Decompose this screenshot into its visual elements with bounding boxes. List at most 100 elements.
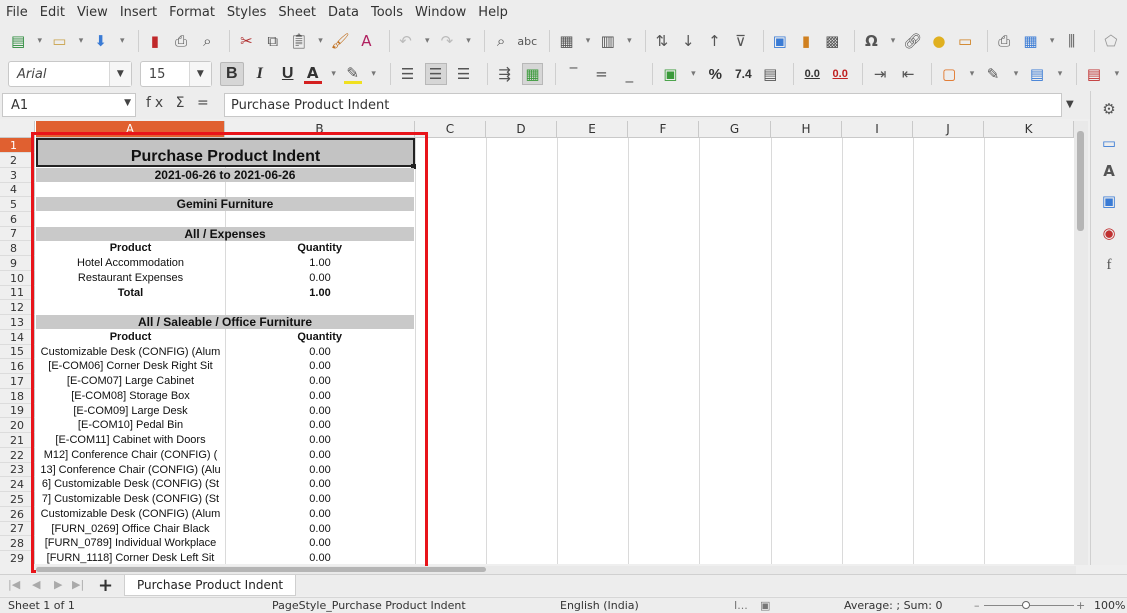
- clone-formatting-icon[interactable]: 🖌︎: [330, 30, 350, 52]
- column-header-d[interactable]: D: [486, 121, 557, 138]
- row-header[interactable]: 7: [0, 227, 35, 241]
- undo-icon[interactable]: ↶: [395, 30, 415, 52]
- insert-image-icon[interactable]: ▣: [770, 30, 790, 52]
- product-cell[interactable]: [FURN_0269] Office Chair Black: [36, 522, 225, 536]
- column-header-h[interactable]: H: [771, 121, 842, 138]
- product-cell[interactable]: [E-COM07] Large Cabinet: [36, 374, 225, 388]
- select-all-corner[interactable]: [0, 121, 35, 138]
- add-decimal-button[interactable]: 0.0: [800, 62, 824, 86]
- align-top-icon[interactable]: ‾: [562, 63, 584, 85]
- row-header[interactable]: 27: [0, 522, 35, 536]
- company-name[interactable]: Gemini Furniture: [36, 197, 414, 211]
- row-header[interactable]: 20: [0, 418, 35, 433]
- menu-styles[interactable]: Styles: [227, 5, 266, 20]
- row-header[interactable]: 26: [0, 507, 35, 522]
- delete-decimal-button[interactable]: 0.0: [828, 62, 852, 86]
- pivot-table-icon[interactable]: ▩: [822, 30, 842, 52]
- row-icon[interactable]: ▦: [556, 30, 576, 52]
- section-title-office-furniture[interactable]: All / Saleable / Office Furniture: [36, 315, 414, 329]
- open-dropdown-icon[interactable]: ▾: [76, 30, 87, 52]
- quantity-cell[interactable]: 0.00: [225, 271, 415, 285]
- next-sheet-icon[interactable]: ▶: [54, 578, 62, 591]
- column-header-e[interactable]: E: [557, 121, 628, 138]
- font-color-icon[interactable]: A: [303, 64, 322, 84]
- formula-input[interactable]: Purchase Product Indent: [224, 93, 1062, 117]
- currency-format-icon[interactable]: ▣: [659, 63, 681, 85]
- header-quantity[interactable]: Quantity: [225, 330, 342, 344]
- copy-icon[interactable]: ⧉: [263, 30, 283, 52]
- paste-dropdown-icon[interactable]: ▾: [315, 30, 326, 52]
- row-header[interactable]: 23: [0, 463, 35, 477]
- border-style-icon[interactable]: ✎: [982, 63, 1004, 85]
- show-draw-functions-icon[interactable]: ⬠: [1101, 30, 1121, 52]
- row-header[interactable]: 28: [0, 536, 35, 551]
- sort-descending-icon[interactable]: ↑: [704, 30, 724, 52]
- menu-sheet[interactable]: Sheet: [278, 5, 316, 20]
- product-cell[interactable]: [E-COM06] Corner Desk Right Sit: [36, 359, 225, 373]
- align-middle-icon[interactable]: =: [590, 63, 612, 85]
- row-header[interactable]: 29: [0, 551, 35, 564]
- menu-tools[interactable]: Tools: [371, 5, 403, 20]
- open-folder-icon[interactable]: ▭: [49, 30, 69, 52]
- row-header[interactable]: 8: [0, 241, 35, 256]
- quantity-cell[interactable]: 0.00: [225, 345, 415, 359]
- increase-indent-icon[interactable]: ⇥: [869, 63, 891, 85]
- decrease-indent-icon[interactable]: ⇤: [897, 63, 919, 85]
- selection-mode[interactable]: I...: [734, 599, 748, 612]
- product-cell[interactable]: [E-COM08] Storage Box: [36, 389, 225, 403]
- zoom-in-button[interactable]: +: [1076, 599, 1085, 612]
- font-name-box[interactable]: Arial ▼: [8, 61, 132, 87]
- find-replace-icon[interactable]: ⌕: [491, 30, 511, 52]
- quantity-cell[interactable]: 0.00: [225, 522, 415, 536]
- column-header-g[interactable]: G: [699, 121, 771, 138]
- column-header-j[interactable]: J: [913, 121, 984, 138]
- sheet-tab-purchase-product-indent[interactable]: Purchase Product Indent: [124, 575, 297, 596]
- border-style-dropdown-icon[interactable]: ▾: [1010, 63, 1022, 85]
- column-icon[interactable]: ▥: [598, 30, 618, 52]
- print-preview-icon[interactable]: ⌕: [197, 30, 217, 52]
- quantity-cell[interactable]: 0.00: [225, 359, 415, 373]
- comment-icon[interactable]: ●: [929, 30, 949, 52]
- sort-ascending-icon[interactable]: ↓: [678, 30, 698, 52]
- horizontal-scroll-thumb[interactable]: [36, 567, 486, 572]
- column-header-i[interactable]: I: [842, 121, 913, 138]
- functions-icon[interactable]: f: [1099, 255, 1119, 275]
- spreadsheet-grid[interactable]: A B C D E F G H I J K 1 2 3 4 5 6 7 8 9 …: [0, 121, 1074, 564]
- define-print-area-icon[interactable]: ⎙: [994, 30, 1014, 52]
- sum-info[interactable]: Average: ; Sum: 0: [844, 599, 942, 612]
- italic-button[interactable]: I: [248, 62, 272, 86]
- row-header[interactable]: 6: [0, 212, 35, 227]
- date-format-icon[interactable]: ▤: [759, 63, 781, 85]
- menu-file[interactable]: File: [6, 5, 28, 20]
- special-character-icon[interactable]: Ω: [861, 30, 881, 52]
- header-product[interactable]: Product: [36, 241, 225, 255]
- column-dropdown-icon[interactable]: ▾: [624, 30, 635, 52]
- chevron-down-icon[interactable]: ▼: [108, 62, 131, 86]
- wrap-text-icon[interactable]: ⇶: [494, 63, 516, 85]
- border-color-dropdown-icon[interactable]: ▾: [1054, 63, 1066, 85]
- product-cell[interactable]: Customizable Desk (CONFIG) (Alum: [36, 507, 225, 521]
- redo-dropdown-icon[interactable]: ▾: [463, 30, 474, 52]
- column-header-c[interactable]: C: [415, 121, 486, 138]
- currency-dropdown-icon[interactable]: ▾: [687, 63, 699, 85]
- quantity-cell[interactable]: 0.00: [225, 389, 415, 403]
- align-center-icon[interactable]: ☰: [424, 63, 447, 85]
- row-header[interactable]: 12: [0, 300, 35, 315]
- row-header[interactable]: 13: [0, 315, 35, 330]
- quantity-cell[interactable]: 0.00: [225, 374, 415, 388]
- paste-icon[interactable]: 📋︎: [289, 30, 309, 52]
- split-window-icon[interactable]: ⫼: [1062, 30, 1082, 52]
- product-cell[interactable]: 13] Conference Chair (CONFIG) (Alu: [36, 463, 225, 477]
- row-header[interactable]: 3: [0, 168, 35, 183]
- header-footer-icon[interactable]: ▭: [955, 30, 975, 52]
- sort-icon[interactable]: ⇅: [652, 30, 672, 52]
- spelling-icon[interactable]: abc: [517, 30, 537, 52]
- column-header-a[interactable]: A: [36, 121, 225, 138]
- add-sheet-button[interactable]: +: [98, 575, 113, 596]
- quantity-cell[interactable]: 1.00: [225, 256, 415, 270]
- zoom-slider-knob[interactable]: [1022, 601, 1030, 609]
- row-header[interactable]: 1: [0, 138, 35, 153]
- quantity-cell[interactable]: 0.00: [225, 492, 415, 506]
- menu-data[interactable]: Data: [328, 5, 359, 20]
- redo-icon[interactable]: ↷: [437, 30, 457, 52]
